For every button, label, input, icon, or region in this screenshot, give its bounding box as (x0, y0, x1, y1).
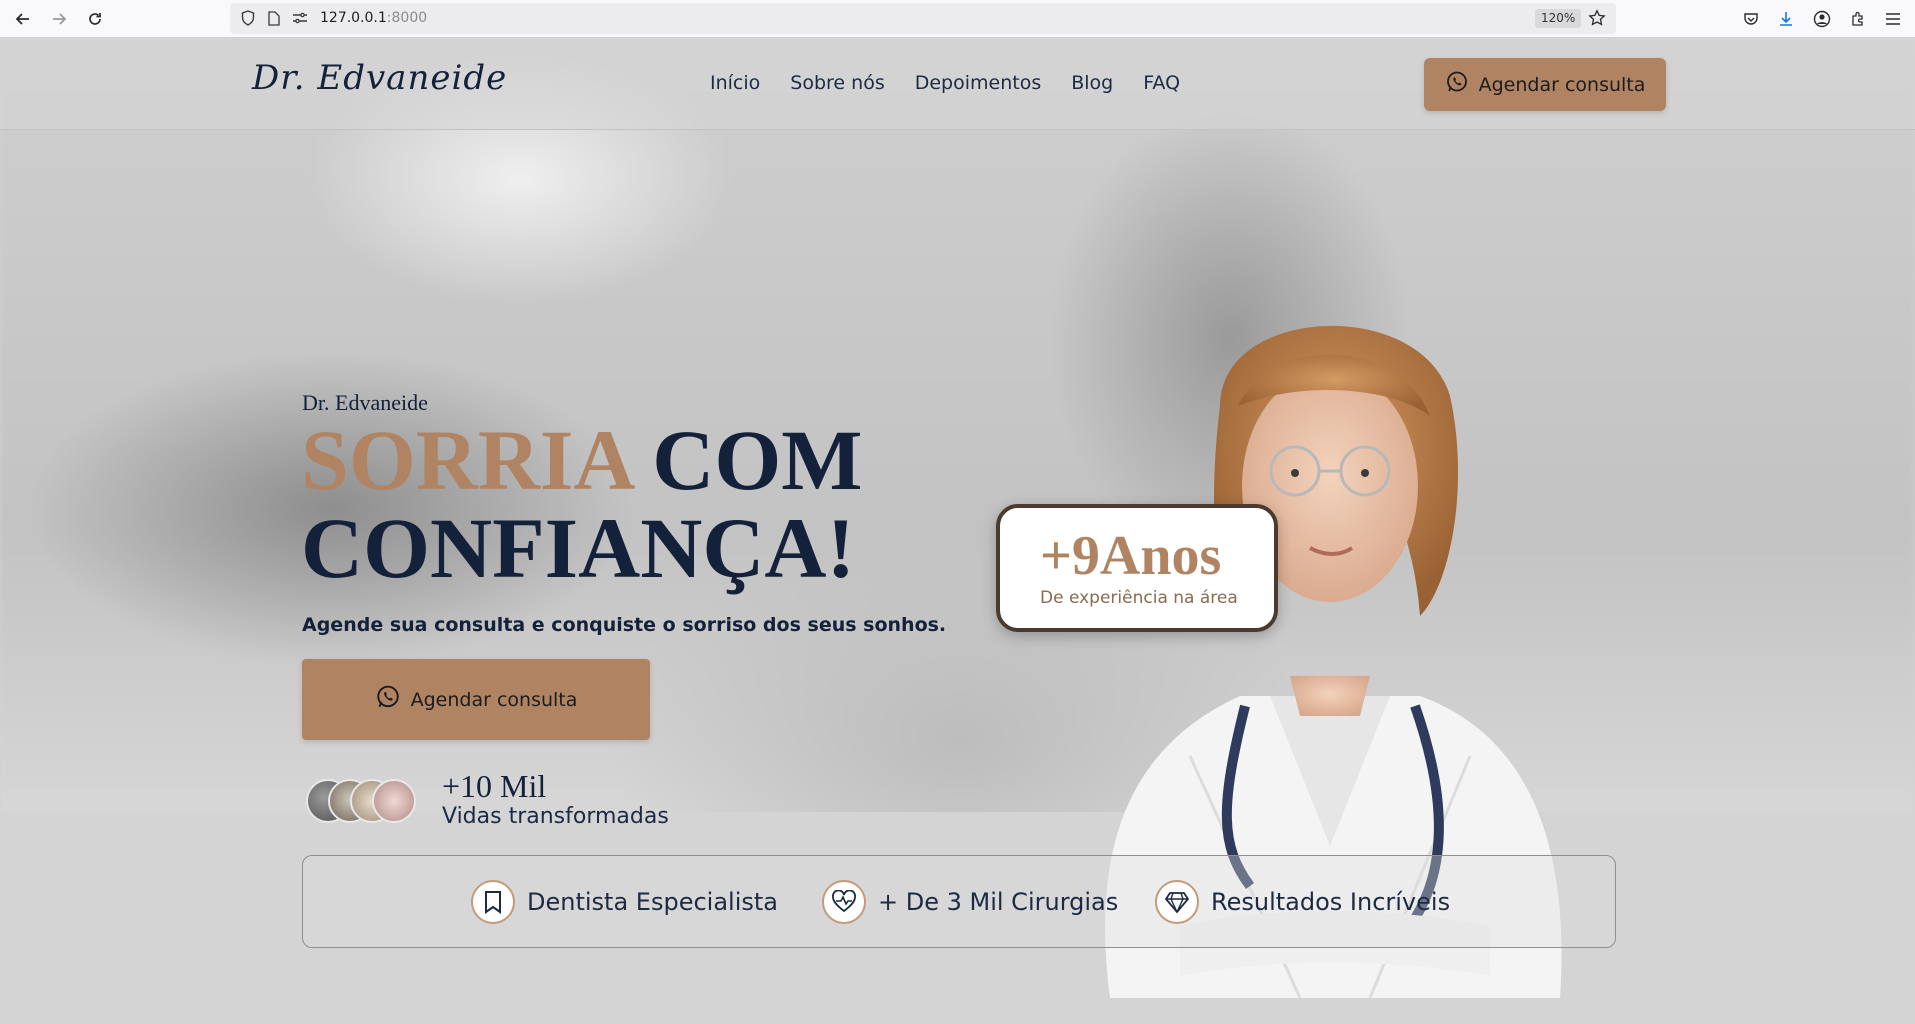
feature-specialist: Dentista Especialista (471, 880, 778, 924)
hero-schedule-button[interactable]: Agendar consulta (302, 659, 650, 740)
menu-icon[interactable] (1882, 8, 1904, 30)
features-bar: Dentista Especialista + De 3 Mil Cirurgi… (302, 855, 1616, 948)
experience-card: +9Anos De experiência na área (996, 504, 1278, 632)
headline-line1: COM (630, 412, 863, 508)
reload-icon[interactable] (82, 6, 108, 32)
star-icon[interactable] (1588, 9, 1606, 32)
feature-results: Resultados Incríveis (1155, 880, 1450, 924)
header-schedule-button[interactable]: Agendar consulta (1424, 58, 1666, 111)
back-icon[interactable] (10, 6, 36, 32)
permissions-icon[interactable] (292, 10, 308, 26)
extensions-icon[interactable] (1847, 8, 1869, 30)
nav-inicio[interactable]: Início (710, 72, 760, 94)
url-bar[interactable]: 127.0.0.1:8000 120% (230, 3, 1616, 34)
hero-subhead: Agende sua consulta e conquiste o sorris… (302, 614, 947, 636)
heartbeat-icon (822, 880, 866, 924)
landing-page: Dr. Edvaneide Início Sobre nós Depoiment… (0, 38, 1915, 1024)
download-icon[interactable] (1775, 8, 1797, 30)
nav-faq[interactable]: FAQ (1143, 72, 1180, 94)
headline-accent: SORRIA (301, 412, 631, 508)
diamond-icon (1155, 880, 1199, 924)
nav-depoimentos[interactable]: Depoimentos (915, 72, 1042, 94)
nav-sobre-nos[interactable]: Sobre nós (790, 72, 884, 94)
feature-label: Resultados Incríveis (1211, 888, 1451, 916)
zoom-level[interactable]: 120% (1535, 9, 1582, 28)
site-logo[interactable]: Dr. Edvaneide (252, 58, 507, 98)
site-header: Dr. Edvaneide Início Sobre nós Depoiment… (0, 38, 1915, 130)
experience-label: De experiência na área (1040, 588, 1238, 608)
account-icon[interactable] (1811, 8, 1833, 30)
avatar (372, 779, 416, 823)
feature-label: Dentista Especialista (527, 888, 778, 916)
whatsapp-icon (1445, 70, 1469, 99)
pocket-icon[interactable] (1740, 8, 1762, 30)
header-schedule-label: Agendar consulta (1478, 73, 1646, 96)
nav-blog[interactable]: Blog (1071, 72, 1113, 94)
forward-icon[interactable] (46, 6, 72, 32)
url-text[interactable]: 127.0.0.1:8000 (320, 10, 427, 26)
shield-icon[interactable] (240, 10, 256, 26)
hero-headline: SORRIA COM CONFIANÇA! (301, 416, 862, 592)
experience-years: +9Anos (1040, 525, 1222, 587)
patient-avatars (306, 779, 436, 825)
whatsapp-icon (375, 684, 401, 715)
bookmark-icon (471, 880, 515, 924)
browser-toolbar: 127.0.0.1:8000 120% (0, 0, 1915, 38)
main-nav: Início Sobre nós Depoimentos Blog FAQ (710, 72, 1180, 94)
lives-stat-label: Vidas transformadas (442, 804, 669, 829)
hero-schedule-label: Agendar consulta (410, 688, 578, 711)
page-icon[interactable] (266, 10, 282, 26)
headline-line2: CONFIANÇA! (301, 500, 856, 596)
lives-stat-number: +10 Mil (442, 768, 547, 804)
feature-label: + De 3 Mil Cirurgias (878, 888, 1119, 916)
feature-surgeries: + De 3 Mil Cirurgias (822, 880, 1118, 924)
